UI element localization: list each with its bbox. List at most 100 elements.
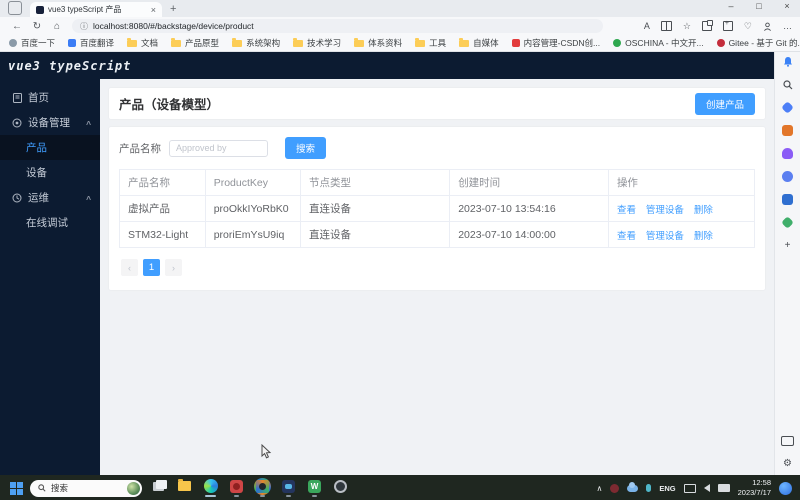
chevron-up-icon: ∧ [84,194,93,202]
cell-product-key: proOkkIYoRbK0 [204,195,301,222]
tray-overflow-icon[interactable]: ∧ [597,484,603,493]
address-bar[interactable]: ⓘ localhost:8080/#/backstage/device/prod… [72,19,603,33]
window-minimize-button[interactable]: – [724,1,738,11]
task-view-button[interactable] [149,476,168,500]
bookmark-oschina[interactable]: OSCHINA - 中文开... [613,37,704,49]
bookmark-folder-tools[interactable]: 工具 [415,37,446,49]
new-tab-button[interactable]: + [170,3,176,15]
prev-page-button[interactable]: ‹ [121,259,138,276]
home-icon[interactable]: ⌂ [48,21,66,32]
translate-icon [68,39,77,47]
bookmark-folder-media[interactable]: 自媒体 [459,37,499,49]
bookmark-folder-docs[interactable]: 文档 [127,37,158,49]
browser-tab[interactable]: vue3 typeScript 产品 × [30,2,162,17]
edge-browser-icon[interactable] [201,476,220,500]
sidebar-item-label: 产品 [26,142,47,154]
sidebar-item-label: 首页 [28,92,49,104]
file-explorer-icon[interactable] [175,476,194,500]
sidebar-item-device-mgmt[interactable]: 设备管理 ∧ [0,110,100,135]
bird-icon[interactable] [781,216,794,229]
view-link[interactable]: 查看 [617,231,636,242]
sidebar-item-label: 设备管理 [28,117,70,129]
search-button[interactable]: 搜索 [285,137,327,159]
refresh-icon[interactable]: ↻ [28,21,46,32]
manage-devices-link[interactable]: 管理设备 [646,231,684,242]
bookmark-folder-tech-study[interactable]: 技术学习 [293,37,341,49]
col-header-created: 创建时间 [449,169,609,196]
copilot-icon[interactable] [781,101,794,114]
sidebar-item-product[interactable]: 产品 [0,135,100,160]
back-icon[interactable]: ← [8,21,26,32]
pagination: ‹ 1 › [121,259,755,276]
bookmark-folder-architecture[interactable]: 系统架构 [232,37,280,49]
sidebar-item-device[interactable]: 设备 [0,160,100,185]
app-header: vue3 typeScript [0,52,774,79]
chevron-up-icon: ∧ [84,119,93,127]
microphone-icon[interactable] [646,484,652,492]
language-indicator[interactable]: ENG [659,484,675,493]
read-aloud-icon[interactable]: A [644,21,650,31]
taskbar-app-red-icon[interactable] [227,476,246,500]
delete-link[interactable]: 删除 [694,205,713,216]
cell-created-at: 2023-07-10 13:54:16 [449,195,609,222]
manage-devices-link[interactable]: 管理设备 [646,205,684,216]
bookmark-baidu-translate[interactable]: 百度翻译 [68,37,114,49]
sidebar-item-ops[interactable]: 运维 ∧ [0,185,100,210]
taskbar-app-blue-icon[interactable] [279,476,298,500]
sidebar-item-label: 设备 [26,167,47,179]
taskbar-clock[interactable]: 12:58 2023/7/17 [738,478,771,498]
tab-actions-menu-icon[interactable] [8,1,22,15]
cell-product-name: STM32-Light [119,221,206,248]
people-icon[interactable] [781,147,794,160]
cloud-icon[interactable] [627,481,639,492]
sidebar-item-online-debug[interactable]: 在线调试 [0,210,100,235]
extensions-icon[interactable] [701,20,713,31]
cell-node-type: 直连设备 [299,195,451,222]
folder-icon [232,37,243,47]
globe-icon [9,39,17,47]
add-sidebar-app-icon[interactable]: + [781,239,794,252]
view-link[interactable]: 查看 [617,205,636,216]
speaker-icon[interactable] [703,484,710,492]
toolbox-icon[interactable] [781,124,794,137]
sidebar-item-home[interactable]: 首页 [0,85,100,110]
flower-icon[interactable] [781,170,794,183]
app-logo[interactable]: vue3 typeScript [8,59,131,73]
start-button-icon[interactable] [10,481,23,495]
display-icon[interactable] [683,483,696,493]
camera-icon[interactable] [781,193,794,206]
notification-center-icon[interactable] [779,481,792,495]
battery-icon[interactable] [717,484,730,492]
table-row: STM32-Light proriEmYsU9iq 直连设备 2023-07-1… [119,221,756,248]
screen-share-icon[interactable] [781,434,794,447]
taskbar-app-ring-icon[interactable] [253,476,272,500]
taskbar-search[interactable]: 搜索 [30,479,142,497]
product-name-input[interactable] [169,139,268,157]
tray-app-icon[interactable] [610,483,620,493]
window-close-button[interactable]: × [780,1,794,11]
site-info-icon[interactable]: ⓘ [80,21,88,32]
sidebar-settings-icon[interactable]: ⚙ [781,457,794,470]
taskbar-app-green-icon[interactable]: W [305,476,324,500]
bookmark-gitee[interactable]: Gitee - 基于 Git 的... [716,37,800,49]
favorite-star-icon[interactable]: ☆ [683,21,691,32]
collections-icon[interactable] [722,20,733,31]
bookmark-csdn[interactable]: 内容管理-CSDN创... [511,37,600,49]
window-maximize-button[interactable]: □ [752,1,766,11]
tab-close-icon[interactable]: × [151,5,156,15]
bookmark-baidu[interactable]: 百度一下 [9,37,55,49]
folder-icon [459,37,470,47]
browser-menu-icon[interactable]: … [783,21,792,31]
profile-icon[interactable] [763,22,772,31]
delete-link[interactable]: 删除 [694,231,713,242]
bookmark-folder-prototype[interactable]: 产品原型 [171,37,219,49]
create-product-button[interactable]: 创建产品 [694,92,755,115]
browser-essentials-icon[interactable]: ♡ [744,21,752,32]
taskbar-app-gray-icon[interactable] [331,476,350,500]
search-icon[interactable] [781,78,794,91]
page-number-button[interactable]: 1 [143,259,160,276]
bell-icon[interactable] [781,55,794,68]
next-page-button[interactable]: › [165,259,182,276]
bookmark-folder-materials[interactable]: 体系资料 [354,37,402,49]
split-screen-icon[interactable] [660,21,672,31]
